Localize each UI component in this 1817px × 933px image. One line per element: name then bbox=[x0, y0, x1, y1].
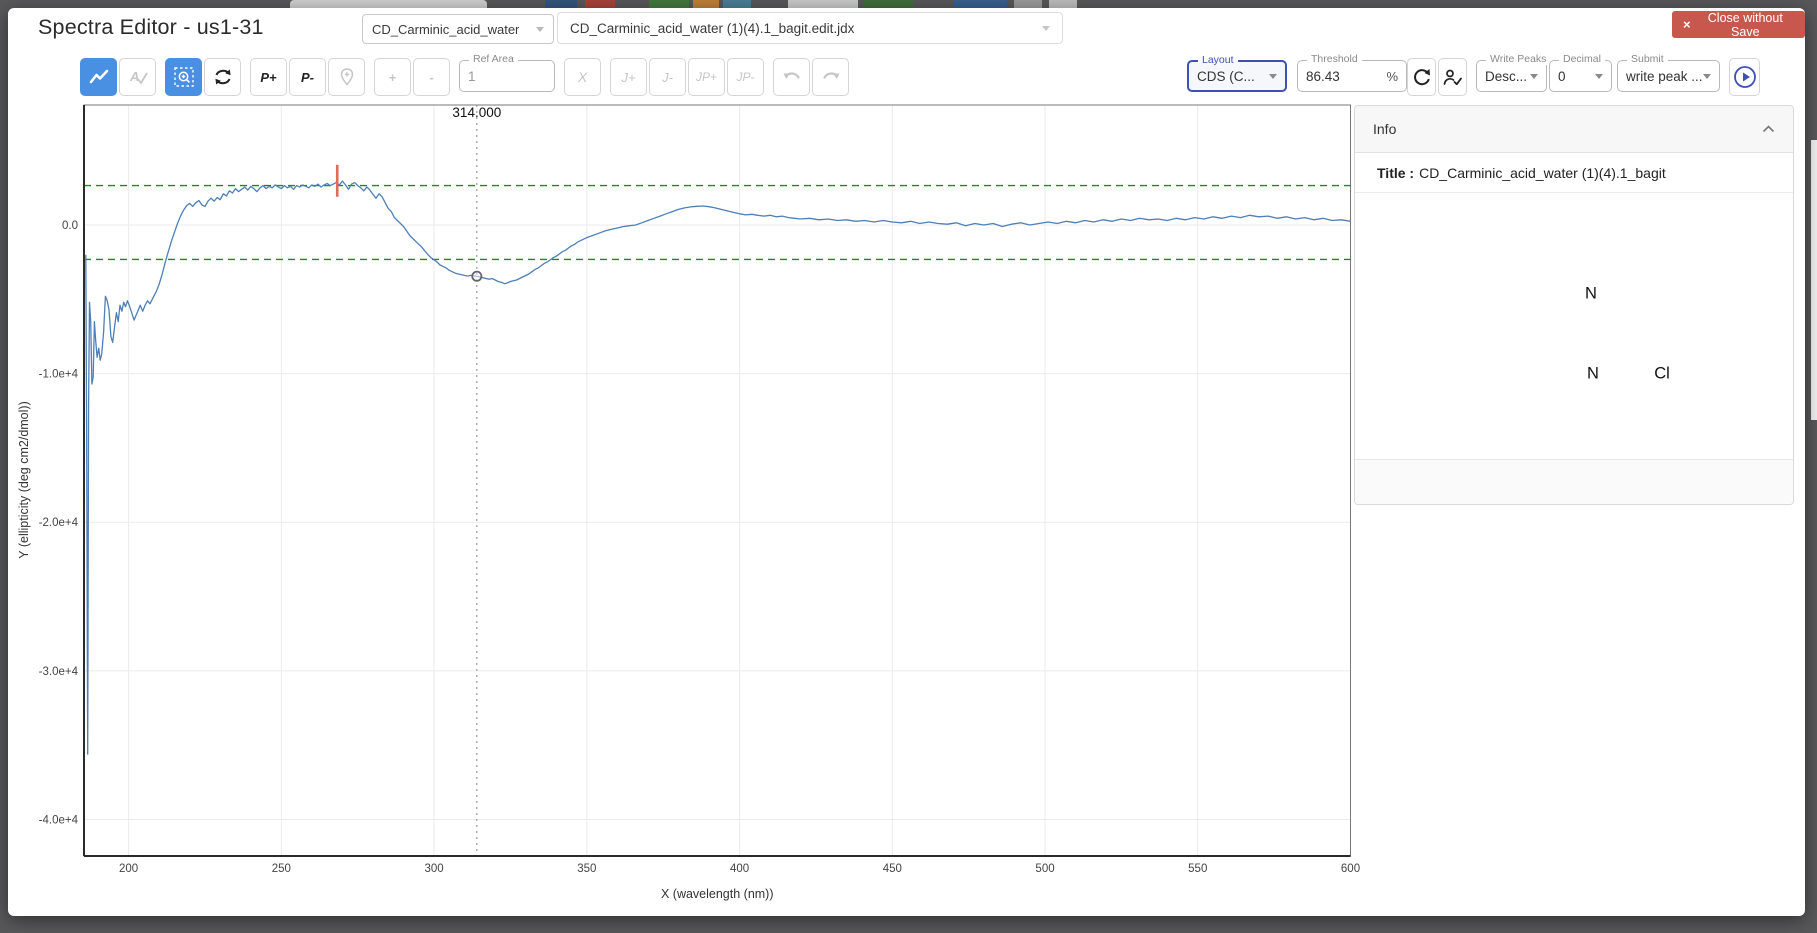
info-panel: Info Title : CD_Carminic_acid_water (1)(… bbox=[1354, 105, 1794, 505]
atom-label: N bbox=[1585, 285, 1597, 304]
y-axis-title: Y (ellipticity (deg cm2/dmol)) bbox=[17, 401, 31, 558]
info-header-label: Info bbox=[1373, 121, 1396, 137]
x-tick-label: 600 bbox=[1341, 863, 1360, 875]
threshold-value: 86.43 bbox=[1306, 69, 1340, 84]
atom-label: Cl bbox=[1654, 365, 1670, 384]
spectrum-select-value: CD_Carminic_acid_water bbox=[372, 22, 519, 37]
ref-area-label: Ref Area bbox=[469, 54, 518, 65]
y-tick-label: 0.0 bbox=[62, 220, 78, 232]
background-window-sliver bbox=[1811, 140, 1817, 420]
write-peaks-value: Desc... bbox=[1485, 69, 1527, 84]
redo-icon bbox=[821, 69, 841, 85]
write-peaks-label: Write Peaks bbox=[1486, 54, 1550, 65]
chevron-down-icon bbox=[536, 27, 544, 32]
write-peaks-field[interactable]: Write Peaks Desc... bbox=[1476, 60, 1547, 92]
threshold-unit: % bbox=[1386, 69, 1398, 84]
person-check-icon bbox=[1442, 68, 1463, 87]
submit-label: Submit bbox=[1627, 54, 1668, 65]
layout-value: CDS (C... bbox=[1197, 69, 1255, 84]
atom-label: N bbox=[1587, 365, 1599, 384]
submit-field[interactable]: Submit write peak ... bbox=[1617, 60, 1720, 92]
plot-area[interactable] bbox=[84, 105, 1351, 856]
chevron-up-icon bbox=[1762, 125, 1775, 133]
submit-value: write peak ... bbox=[1626, 69, 1703, 84]
baseline-icon: A bbox=[127, 67, 149, 87]
close-without-save-button[interactable]: × Close without Save bbox=[1672, 11, 1805, 38]
cursor-point-marker[interactable] bbox=[472, 272, 481, 281]
cursor-position-label: 314.000 bbox=[452, 105, 501, 120]
x-tick-label: 550 bbox=[1188, 863, 1207, 875]
svg-text:A: A bbox=[129, 69, 139, 84]
info-title-label: Title : bbox=[1377, 165, 1414, 181]
x-tick-label: 200 bbox=[119, 863, 138, 875]
page-title: Spectra Editor - us1-31 bbox=[38, 15, 264, 40]
x-axis-title: X (wavelength (nm)) bbox=[661, 887, 774, 901]
chevron-down-icon bbox=[1703, 74, 1711, 79]
chevron-down-icon bbox=[1269, 74, 1277, 79]
layout-field[interactable]: Layout CDS (C... bbox=[1187, 60, 1287, 92]
close-icon: × bbox=[1683, 17, 1691, 32]
line-chart-icon bbox=[88, 67, 110, 87]
x-tick-label: 350 bbox=[577, 863, 596, 875]
chevron-down-icon bbox=[1530, 74, 1538, 79]
zoom-area-icon bbox=[173, 66, 195, 88]
close-button-label: Close without Save bbox=[1697, 11, 1794, 39]
play-icon bbox=[1733, 65, 1757, 89]
ref-area-value: 1 bbox=[468, 69, 476, 84]
file-select-value: CD_Carminic_acid_water (1)(4).1_bagit.ed… bbox=[570, 21, 854, 36]
x-tick-label: 300 bbox=[424, 863, 443, 875]
info-title-row: Title : CD_Carminic_acid_water (1)(4).1_… bbox=[1355, 153, 1793, 193]
layout-label: Layout bbox=[1198, 55, 1238, 66]
y-tick-label: -4.0e+4 bbox=[39, 814, 79, 826]
molecule-canvas: N N Cl bbox=[1355, 193, 1793, 459]
y-tick-label: -1.0e+4 bbox=[39, 369, 79, 381]
y-tick-label: -2.0e+4 bbox=[39, 517, 79, 529]
decimal-label: Decimal bbox=[1559, 54, 1605, 65]
threshold-label: Threshold bbox=[1307, 54, 1362, 65]
chevron-down-icon bbox=[1042, 26, 1050, 31]
ref-area-field[interactable]: Ref Area 1 bbox=[459, 60, 555, 92]
chevron-down-icon bbox=[1595, 74, 1603, 79]
pin-plus-icon bbox=[337, 67, 357, 87]
undo-icon bbox=[782, 69, 802, 85]
spectrum-select[interactable]: CD_Carminic_acid_water bbox=[362, 14, 554, 44]
reset-zoom-icon bbox=[212, 67, 234, 87]
x-tick-label: 450 bbox=[883, 863, 902, 875]
decimal-field[interactable]: Decimal 0 bbox=[1549, 60, 1612, 92]
x-tick-label: 500 bbox=[1035, 863, 1054, 875]
spectra-editor-modal: Spectra Editor - us1-31 CD_Carminic_acid… bbox=[8, 8, 1805, 916]
info-panel-footer bbox=[1355, 459, 1793, 504]
x-tick-label: 400 bbox=[730, 863, 749, 875]
info-title-value: CD_Carminic_acid_water (1)(4).1_bagit bbox=[1419, 165, 1666, 181]
decimal-value: 0 bbox=[1558, 69, 1566, 84]
x-tick-label: 250 bbox=[272, 863, 291, 875]
y-tick-label: -3.0e+4 bbox=[39, 666, 79, 678]
refresh-icon bbox=[1412, 67, 1432, 87]
threshold-field[interactable]: Threshold 86.43 % bbox=[1297, 60, 1407, 92]
file-select[interactable]: CD_Carminic_acid_water (1)(4).1_bagit.ed… bbox=[557, 12, 1063, 44]
info-panel-header[interactable]: Info bbox=[1355, 106, 1793, 153]
